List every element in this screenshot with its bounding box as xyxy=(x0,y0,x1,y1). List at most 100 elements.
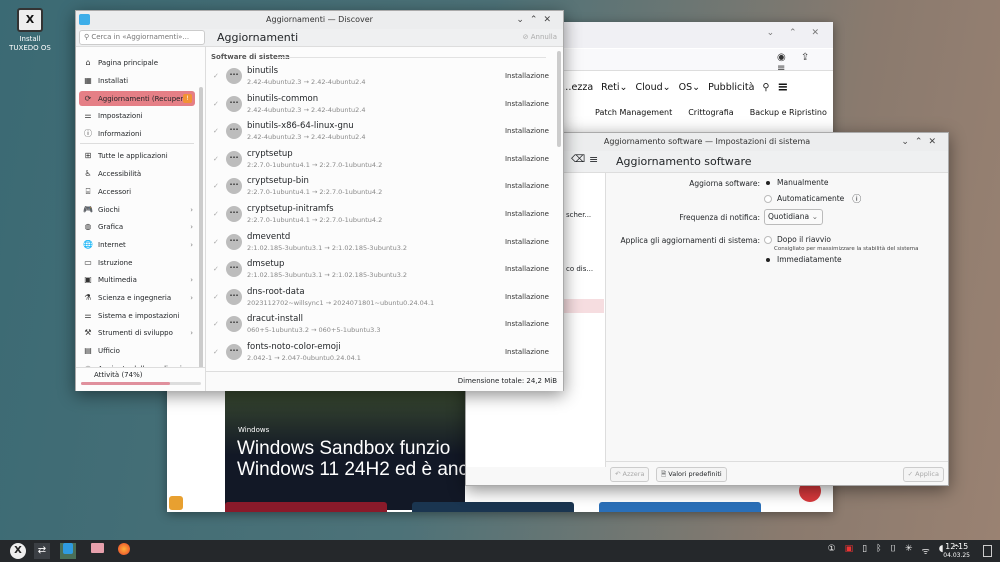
update-row[interactable]: ✓ ··· dmeventd 2:1.02.185-3ubuntu3.1 → 2:1.… xyxy=(206,229,551,256)
desktop-icon-install-tuxedo[interactable]: X Install TUXEDO OS xyxy=(8,8,52,53)
notify-frequency-select[interactable]: Quotidiana ⌄ xyxy=(764,209,823,225)
subnav-item[interactable]: Backup e Ripristino xyxy=(750,108,827,117)
sidebar-item-dev[interactable]: ⚒ Strumenti di sviluppo › xyxy=(79,325,195,340)
apply-button[interactable]: ✓ Applica xyxy=(902,467,944,482)
chevron-right-icon: › xyxy=(190,275,193,284)
radio-automatic[interactable]: Automaticamente ⓘ xyxy=(764,192,861,205)
sidebar-item[interactable]: scher... xyxy=(566,211,591,219)
checkbox[interactable]: ✓ xyxy=(213,348,219,356)
sidebar-item-graphics[interactable]: ◍ Grafica › xyxy=(79,219,195,234)
nav-item[interactable]: Reti⌄ xyxy=(601,82,627,93)
update-row[interactable]: ✓ ··· cryptsetup-initramfs 2:2.7.0-1ubuntu4… xyxy=(206,201,551,228)
search-input[interactable]: ⚲ Cerca in «Aggiornamenti»... xyxy=(79,30,205,45)
radio-after-reboot[interactable]: Dopo il riavvio xyxy=(764,235,831,244)
checkbox[interactable]: ✓ xyxy=(213,210,219,218)
brightness-icon[interactable]: ✳ xyxy=(905,544,913,557)
sidebar-item-label: Installati xyxy=(98,76,129,85)
update-row[interactable]: ✓ ··· binutils 2.42-4ubuntu2.3 → 2.42-4ubun… xyxy=(206,63,551,90)
usb-icon[interactable]: ⌷ xyxy=(891,544,896,557)
article-thumbnail[interactable] xyxy=(599,502,761,512)
list-scrollbar[interactable] xyxy=(557,51,561,147)
sidebar-item-updates[interactable]: ⟳ Aggiornamenti (Recuper...! xyxy=(79,91,195,106)
update-row[interactable]: ✓ ··· binutils-common 2.42-4ubuntu2.3 → 2.4… xyxy=(206,91,551,118)
update-row[interactable]: ✓ ··· cryptsetup 2:2.7.0-1ubuntu4.1 → 2:2.7… xyxy=(206,146,551,173)
update-row[interactable]: ✓ ··· dns-root-data 2023112702~willsync1 → … xyxy=(206,284,551,311)
checkbox[interactable]: ✓ xyxy=(213,127,219,135)
update-row[interactable]: ✓ ··· cryptsetup-bin 2:2.7.0-1ubuntu4.1 → 2… xyxy=(206,173,551,200)
sidebar-item-education[interactable]: ▭ Istruzione xyxy=(79,255,195,270)
activity-progress-bar xyxy=(81,382,201,385)
reset-button[interactable]: ↶ Azzera xyxy=(610,467,650,482)
article-title[interactable]: Windows Sandbox funzio Windows 11 24H2 ed… xyxy=(237,438,465,480)
hero-article[interactable]: Windows Windows Sandbox funzio Windows 11… xyxy=(225,388,465,510)
search-icon[interactable]: ⚲ xyxy=(762,82,769,93)
radio-manual[interactable]: Manualmente xyxy=(764,178,828,187)
sidebar-item-home[interactable]: ⌂ Pagina principale xyxy=(79,55,195,70)
nav-item[interactable]: …ezza xyxy=(562,82,593,93)
checkbox[interactable]: ✓ xyxy=(213,238,219,246)
update-row[interactable]: ✓ ··· binutils-x86-64-linux-gnu 2.42-4ubunt… xyxy=(206,118,551,145)
info-icon[interactable]: ⓘ xyxy=(852,192,861,205)
wifi-icon[interactable]: ᯤ xyxy=(921,544,929,557)
nav-item[interactable]: Cloud⌄ xyxy=(636,82,671,93)
sidebar-item-settings[interactable]: ⚌ Impostazioni xyxy=(79,108,195,123)
discover-footer: Dimensione totale: 24,2 MiB xyxy=(206,371,563,391)
menu-icon[interactable]: ≡ xyxy=(777,80,788,95)
subnav-item[interactable]: Crittografia xyxy=(688,108,733,117)
pager-icon[interactable]: ⇄ xyxy=(34,543,50,559)
hamburger-menu-icon[interactable]: ≡ xyxy=(589,153,598,166)
app-launcher-icon[interactable]: X xyxy=(10,543,26,559)
chevron-right-icon: › xyxy=(190,222,193,231)
subnav-item[interactable]: Patch Management xyxy=(595,108,672,117)
sidebar-item-installed[interactable]: ▦ Installati xyxy=(79,73,195,88)
sidebar-scrollbar[interactable] xyxy=(199,87,203,371)
cookie-icon[interactable] xyxy=(169,496,183,510)
window-controls[interactable]: ⌄⌃✕ xyxy=(901,133,942,151)
sidebar-item-info[interactable]: ⓘ Informazioni xyxy=(79,126,195,141)
window-controls[interactable]: ⌄⌃✕ xyxy=(516,11,557,29)
sidebar-item-games[interactable]: 🎮 Giochi › xyxy=(79,202,195,217)
checkbox[interactable]: ✓ xyxy=(213,293,219,301)
updates-tray-icon[interactable]: ① xyxy=(828,544,836,557)
window-controls[interactable]: ⌄ ⌃ ✕ xyxy=(767,28,825,38)
bluetooth-icon[interactable]: ᛒ xyxy=(876,544,881,557)
article-thumbnail[interactable] xyxy=(225,502,387,512)
clear-search-icon[interactable]: ⌫ xyxy=(571,154,585,165)
checkbox[interactable]: ✓ xyxy=(213,72,219,80)
file-manager-icon[interactable] xyxy=(89,543,105,559)
battery-icon[interactable]: ▯ xyxy=(862,544,867,557)
radio-immediately[interactable]: Immediatamente xyxy=(764,255,842,264)
checkbox[interactable]: ✓ xyxy=(213,100,219,108)
package-version: 2.042-1 → 2.047-0ubuntu0.24.04.1 xyxy=(247,354,361,362)
update-row[interactable]: ✓ ··· fonts-noto-color-emoji 2.042-1 → 2.04… xyxy=(206,339,551,366)
update-row[interactable]: ✓ ··· dracut-install 060+5-1ubuntu3.2 → 060… xyxy=(206,311,551,338)
activity-panel[interactable]: Attività (74%) xyxy=(76,367,205,391)
sidebar-item-accessories[interactable]: ⌸ Accessori xyxy=(79,184,195,199)
checkbox[interactable]: ✓ xyxy=(213,182,219,190)
checkbox[interactable]: ✓ xyxy=(213,265,219,273)
discover-task-icon[interactable] xyxy=(60,543,76,559)
sidebar-item-grid[interactable]: ⊞ Tutte le applicazioni xyxy=(79,148,195,163)
sidebar-item-system[interactable]: ⚌ Sistema e impostazioni xyxy=(79,308,195,323)
checkbox[interactable]: ✓ xyxy=(213,320,219,328)
sidebar-item-globe[interactable]: 🌐 Internet › xyxy=(79,237,195,252)
clock[interactable]: 12:15 04.03.25 xyxy=(943,542,970,560)
checkbox[interactable]: ✓ xyxy=(213,155,219,163)
nav-item[interactable]: OS⌄ xyxy=(679,82,700,93)
update-row[interactable]: ✓ ··· dmsetup 2:1.02.185-3ubuntu3.1 → 2:1.0… xyxy=(206,256,551,283)
graphics-icon: ◍ xyxy=(84,222,92,231)
cancel-button[interactable]: ⊘ Annulla xyxy=(523,33,557,41)
account-extensions-menu-icons[interactable]: ◉ ⇪ ≡ xyxy=(777,52,833,74)
nav-item[interactable]: Pubblicità xyxy=(708,82,754,93)
defaults-button[interactable]: 🗎 Valori predefiniti xyxy=(656,467,727,482)
sidebar-item-science[interactable]: ⚗ Scienza e ingegneria › xyxy=(79,290,195,305)
sidebar-item-accessibility[interactable]: ♿ Accessibilità xyxy=(79,166,195,181)
article-thumbnail[interactable] xyxy=(412,502,574,512)
sidebar-item-office[interactable]: ▤ Ufficio xyxy=(79,343,195,358)
sidebar-item[interactable]: co dis... xyxy=(566,265,593,273)
show-desktop-icon[interactable] xyxy=(983,545,992,557)
page-title: Aggiornamenti xyxy=(217,31,299,44)
firefox-icon[interactable] xyxy=(116,543,132,559)
tuxedo-control-icon[interactable]: ▣ xyxy=(845,544,854,557)
sidebar-item-multimedia[interactable]: ▣ Multimedia › xyxy=(79,272,195,287)
